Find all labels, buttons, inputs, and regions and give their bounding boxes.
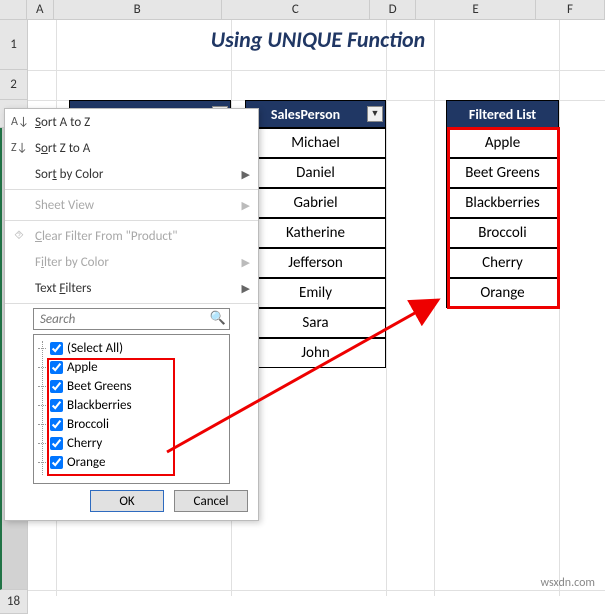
menu-separator [5, 220, 258, 221]
filter-values-list: (Select All) Apple Beet Greens Blackberr… [33, 334, 230, 484]
highlight-filtered-list [447, 127, 560, 309]
menu-separator [5, 189, 258, 190]
cell-salesperson[interactable]: Sara [245, 308, 386, 338]
header-filtered: Filtered List [446, 100, 559, 128]
row-header-2[interactable]: 2 [0, 70, 28, 100]
menu-sheet-view: Sheet View▶ [5, 192, 258, 218]
col-header-a[interactable]: A [27, 0, 54, 19]
col-header-e[interactable]: E [416, 0, 536, 19]
cell-salesperson[interactable]: John [245, 338, 386, 368]
menu-clear-filter: ⯑Clear Filter From "Product" [5, 223, 258, 249]
chevron-right-icon: ▶ [242, 282, 250, 295]
chevron-right-icon: ▶ [242, 256, 250, 269]
menu-text-filters[interactable]: Text Filters▶ [5, 275, 258, 301]
col-header-f[interactable]: F [536, 0, 605, 19]
chevron-right-icon: ▶ [242, 199, 250, 212]
header-salesperson-label: SalesPerson [271, 106, 340, 123]
col-header-d[interactable]: D [370, 0, 416, 19]
col-header-rownum[interactable] [0, 0, 27, 19]
cell-salesperson[interactable]: Katherine [245, 218, 386, 248]
cell-salesperson[interactable]: Michael [245, 128, 386, 158]
menu-separator [5, 303, 258, 304]
cell-salesperson[interactable]: Daniel [245, 158, 386, 188]
header-salesperson: SalesPerson ▼ [245, 100, 386, 128]
page-title: Using UNIQUE Function [68, 26, 568, 53]
header-filtered-label: Filtered List [469, 106, 536, 123]
menu-sort-za[interactable]: Z↓Sort Z to A [5, 135, 258, 161]
col-header-b[interactable]: B [54, 0, 222, 19]
sort-az-icon: A↓ [11, 115, 27, 129]
filter-dropdown-salesperson[interactable]: ▼ [367, 106, 383, 122]
clear-filter-icon: ⯑ [11, 229, 27, 243]
chevron-right-icon: ▶ [242, 168, 250, 181]
check-select-all[interactable] [50, 342, 63, 355]
filter-search-input[interactable] [33, 308, 230, 330]
cancel-button[interactable]: Cancel [174, 490, 248, 512]
cell-salesperson[interactable]: Emily [245, 278, 386, 308]
search-icon: 🔍 [210, 311, 226, 326]
highlight-check-items [47, 358, 175, 476]
menu-sort-color[interactable]: Sort by Color▶ [5, 161, 258, 187]
row-header-18[interactable]: 18 [0, 590, 28, 614]
row-header-1[interactable]: 1 [0, 20, 28, 70]
sort-za-icon: Z↓ [11, 141, 27, 155]
cell-salesperson[interactable]: Gabriel [245, 188, 386, 218]
menu-sort-az[interactable]: A↓SSort A to Zort A to Z [5, 109, 258, 135]
check-label: (Select All) [67, 341, 123, 356]
col-header-c[interactable]: C [222, 0, 371, 19]
ok-button[interactable]: OK [90, 490, 164, 512]
cell-salesperson[interactable]: Jefferson [245, 248, 386, 278]
menu-filter-color: Filter by Color▶ [5, 249, 258, 275]
watermark: wsxdn.com [540, 576, 595, 590]
filter-menu: A↓SSort A to Zort A to Z Z↓Sort Z to A S… [4, 108, 259, 521]
